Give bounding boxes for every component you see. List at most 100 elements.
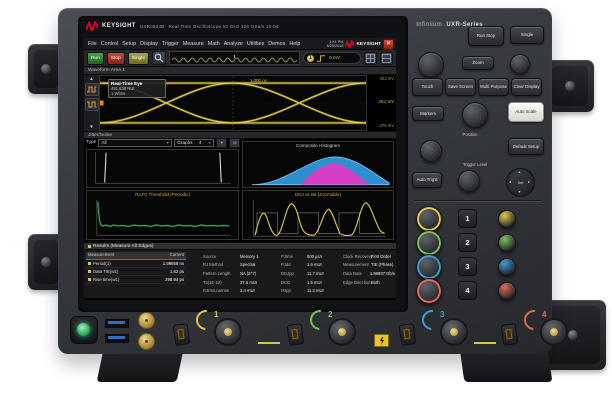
rjpj-threshold-panel[interactable]: RJ,PJ Threshold (Periodic)	[86, 190, 239, 240]
zoom-tool-button[interactable]	[152, 51, 167, 65]
run-button[interactable]: Run	[87, 51, 104, 65]
menu-demos[interactable]: Demos	[268, 41, 285, 47]
waveform-thumb-2[interactable]	[84, 98, 99, 111]
layout-grid-button[interactable]	[364, 51, 377, 65]
channel-4-offset-knob[interactable]	[498, 282, 516, 300]
channel-2-input-connector[interactable]	[328, 318, 356, 346]
divider	[414, 200, 542, 201]
set-button[interactable]: Set	[514, 176, 527, 189]
channel-4-scale-knob[interactable]	[416, 278, 442, 304]
trigger-level-knob[interactable]	[458, 170, 480, 192]
tie-histogram	[95, 151, 231, 184]
default-setup-button[interactable]: Default Setup	[508, 138, 544, 155]
single-button[interactable]: Single	[510, 26, 544, 44]
channel-1-input-connector[interactable]	[214, 318, 242, 346]
acquisition-preview-strip[interactable]	[169, 51, 300, 65]
menu-help[interactable]: Help	[289, 41, 300, 47]
save-screen-button[interactable]: Save Screen	[445, 78, 476, 96]
trigger-status[interactable]: 1 0 mV	[303, 52, 361, 64]
channel-3-offset-knob[interactable]	[498, 258, 516, 276]
usb-port-2[interactable]	[104, 333, 130, 344]
table-row[interactable]: Data TIE(w1) 1.62 ps	[86, 268, 186, 276]
menu-setup[interactable]: Setup	[122, 41, 136, 47]
ddj-chart	[252, 199, 386, 237]
channel-4-probe-connector[interactable]	[500, 323, 519, 346]
horizontal-delay-knob[interactable]	[510, 54, 530, 74]
waveform-thumb-1[interactable]	[84, 83, 99, 96]
row-marker	[88, 269, 91, 273]
touch-button[interactable]: Touch	[412, 78, 443, 96]
menu-analyze[interactable]: Analyze	[224, 41, 243, 47]
layout-split-button[interactable]	[380, 51, 393, 65]
channel-2-scale-knob[interactable]	[416, 230, 442, 256]
menu-file[interactable]: File	[88, 41, 97, 47]
menu-measure[interactable]: Measure	[183, 41, 204, 47]
channel-2-button[interactable]: 2	[458, 233, 477, 252]
channel-3-input-connector[interactable]	[440, 318, 468, 346]
menu-utilities[interactable]: Utilities	[247, 41, 264, 47]
dpad-left-icon[interactable]: ◂	[509, 179, 511, 184]
scroll-up-icon[interactable]: ▲	[89, 76, 93, 81]
channel-4-number: 4	[542, 310, 547, 319]
single-button[interactable]: Single	[127, 51, 150, 65]
power-button[interactable]	[70, 316, 98, 344]
dpad-up-icon[interactable]: ▴	[519, 169, 521, 174]
results-header: Results (Measure All Edges)	[93, 243, 154, 249]
cal-out-connector[interactable]	[138, 312, 155, 329]
graph-layout-button[interactable]: ⊞	[229, 137, 241, 148]
aux-out-connector[interactable]	[138, 333, 155, 350]
oscilloscope-product-photo: KEYSIGHT UXR0504B Real-Time Oscilloscope…	[0, 0, 612, 403]
channel-1-probe-connector[interactable]	[172, 323, 191, 346]
rising-edge-icon	[317, 54, 326, 62]
usb-port-1[interactable]	[104, 318, 130, 329]
table-row[interactable]: Period(1) 1.99858 ns	[86, 260, 186, 268]
channel-2-offset-knob[interactable]	[498, 234, 516, 252]
channel-1-offset-knob[interactable]	[498, 210, 516, 228]
menu-control[interactable]: Control	[101, 41, 118, 47]
ddj-vs-bit-panel[interactable]: DDJ vs Bit (Zoomable)	[242, 190, 394, 240]
markers-button[interactable]: Markers	[412, 106, 444, 121]
channel-4-button[interactable]: 4	[458, 281, 477, 300]
graph-option-button[interactable]: ▼	[216, 137, 228, 148]
dpad-down-icon[interactable]: ▾	[519, 189, 521, 194]
zoom-button[interactable]: Zoom	[462, 56, 494, 70]
graphs-dropdown[interactable]: Graphs 4 ▼	[174, 138, 215, 147]
clear-display-button[interactable]: Clear Display	[511, 78, 542, 96]
table-row[interactable]: Rise time(w1) 298.94 ps	[86, 276, 186, 284]
tie-histogram-panel[interactable]	[86, 149, 239, 188]
horizontal-scale-knob[interactable]	[418, 52, 444, 78]
stop-button[interactable]: Stop	[106, 51, 125, 65]
channel-2-probe-connector[interactable]	[286, 323, 305, 346]
run-stop-button[interactable]: Run Stop	[468, 26, 504, 46]
channel-3-scale-knob[interactable]	[416, 254, 442, 280]
channel-1-button[interactable]: 1	[458, 209, 477, 228]
channel-3-button[interactable]: 3	[458, 257, 477, 276]
position-knob[interactable]	[420, 140, 442, 162]
front-panel-controls: Run Stop Single Zoom Touch Save Screen M…	[410, 20, 548, 312]
real-time-eye-panel[interactable]: Real-Time Eye 491,636 NUI 1 Wfms 1.000 n…	[99, 75, 367, 131]
results-icon	[88, 244, 91, 248]
auto-trigd-button[interactable]: Auto Trig'd	[412, 172, 442, 188]
auto-scale-button[interactable]: Auto Scale	[508, 102, 544, 122]
graph-controls: Type All ▼ Graphs 4 ▼ ▼ ⊞	[84, 137, 241, 148]
menu-math[interactable]: Math	[208, 41, 220, 47]
composite-histogram-panel[interactable]: Composite Histogram	[242, 141, 394, 188]
results-header-bar[interactable]: Results (Measure All Edges)	[84, 242, 396, 250]
menu-trigger[interactable]: Trigger	[162, 41, 179, 47]
set-dpad[interactable]: ▴ ▾ ◂ ▸ Set	[506, 168, 535, 197]
multi-purpose-button[interactable]: Multi Purpose	[478, 78, 509, 96]
type-dropdown[interactable]: All ▼	[98, 138, 173, 147]
close-icon[interactable]: ✕	[383, 38, 394, 50]
entry-knob[interactable]	[462, 102, 488, 128]
menu-display[interactable]: Display	[140, 41, 158, 47]
channel-1-scale-knob[interactable]	[416, 206, 442, 232]
channel-3-probe-connector[interactable]	[398, 323, 417, 346]
scroll-down-icon[interactable]: ▼	[89, 124, 93, 129]
channel-3-number: 3	[440, 310, 445, 319]
ddj-title: DDJ vs Bit (Zoomable)	[294, 192, 342, 197]
esd-bolt-icon	[379, 336, 384, 345]
dpad-right-icon[interactable]: ▸	[528, 179, 530, 184]
scale-mid: 29.2 mV	[378, 99, 394, 104]
bezel-brand: KEYSIGHT	[102, 23, 136, 29]
channel-4-input-connector[interactable]	[540, 318, 568, 346]
